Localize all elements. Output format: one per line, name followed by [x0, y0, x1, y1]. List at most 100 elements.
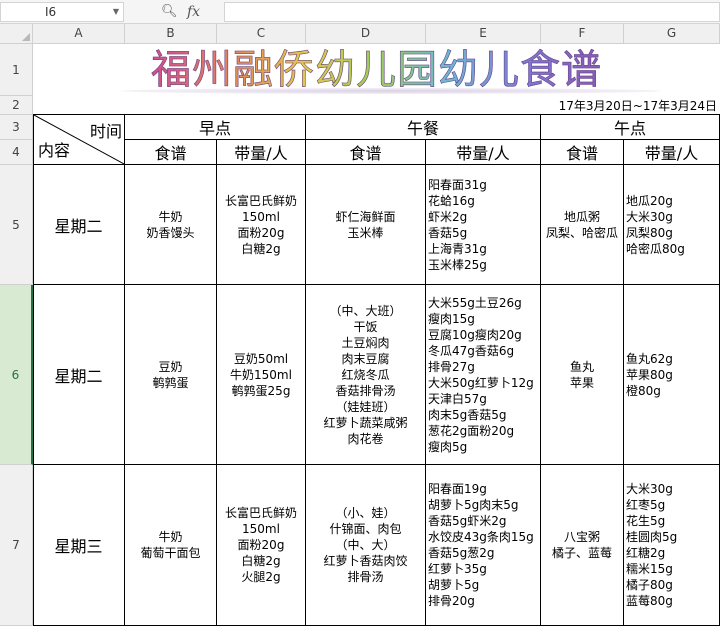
cell-snack-menu-1[interactable]: 地瓜粥 凤梨、哈密瓜	[541, 165, 624, 285]
cell-breakfast-menu-2[interactable]: 豆奶 鹌鹑蛋	[125, 285, 217, 465]
date-cell[interactable]: 17年3月20日~17年3月24日	[33, 96, 720, 115]
cell-line: 花生5g	[626, 514, 666, 528]
name-box[interactable]: I6 ▼	[0, 2, 124, 22]
cell-line: 蓝莓80g	[626, 594, 673, 608]
cell-line: 大米55g土豆26g	[428, 295, 522, 310]
cell-line: 橘子、蓝莓	[551, 546, 612, 560]
cell-line: 胡萝卜5g	[428, 578, 480, 592]
cell-breakfast-menu-1[interactable]: 牛奶 奶香馒头	[125, 165, 217, 285]
cell-line: 地瓜粥	[563, 209, 600, 224]
cell-lines: 长富巴氏鲜奶 150ml 面粉20g 白糖2g 火腿2g	[225, 505, 297, 585]
column-header-g[interactable]: G	[624, 24, 720, 44]
column-header-d[interactable]: D	[306, 24, 426, 44]
group-header-breakfast[interactable]: 早点	[125, 115, 306, 140]
cell-lunch-menu-3[interactable]: （小、娃） 什锦面、肉包 （中、大） 红萝卜香菇肉饺 排骨汤	[306, 465, 426, 626]
cell-line: 花蛤16g	[428, 193, 475, 208]
cell-line: 橙80g	[626, 383, 661, 398]
cell-lunch-qty-2[interactable]: 大米55g土豆26g 瘦肉15g 豆腐10g瘦肉20g 冬瓜47g香菇6g 排骨27g 大…	[426, 285, 541, 465]
subheader-lunch-menu[interactable]: 食谱	[306, 140, 426, 165]
cell-day-3[interactable]: 星期三	[33, 465, 125, 626]
subheader-breakfast-menu[interactable]: 食谱	[125, 140, 217, 165]
cell-lines: 鱼丸 苹果	[570, 359, 594, 391]
cell-line: （中、大）	[335, 538, 396, 552]
row-header-2[interactable]: 2	[0, 96, 33, 115]
subheader-snack-qty[interactable]: 带量/人	[624, 140, 720, 165]
cell-line: 面粉20g	[237, 538, 285, 552]
group-header-snack[interactable]: 午点	[541, 115, 720, 140]
cell-line: 肉末5g香菇5g	[428, 407, 507, 422]
cell-line: 土豆焖肉	[341, 335, 390, 350]
cell-line: 面粉20g	[237, 225, 285, 240]
cell-lines: 地瓜20g 大米30g 凤梨80g 哈密瓜80g	[626, 193, 685, 257]
cell-line: 红萝卜35g	[428, 562, 487, 576]
row-header-5[interactable]: 5	[0, 165, 33, 285]
cell-line: 瘦肉5g	[428, 439, 468, 454]
column-header-c[interactable]: C	[217, 24, 306, 44]
cell-lines: 牛奶 葡萄干面包	[140, 529, 200, 561]
cell-day-2[interactable]: 星期二	[33, 285, 125, 465]
formula-bar: I6 ▼ 🔍︎ fx	[0, 0, 720, 24]
subheader-breakfast-qty[interactable]: 带量/人	[217, 140, 306, 165]
select-all-icon	[22, 33, 30, 41]
cell-line: 葱花2g面粉20g	[428, 423, 515, 438]
cell-snack-qty-3[interactable]: 大米30g 红枣5g 花生5g 桂圆肉5g 红糖2g 糯米15g 橘子80g 蓝莓80g	[624, 465, 720, 626]
date-range: 17年3月20日~17年3月24日	[558, 98, 717, 113]
cell-line: 豆奶	[158, 359, 183, 374]
cell-line: 桂圆肉5g	[626, 530, 678, 544]
column-header-f[interactable]: F	[541, 24, 624, 44]
zoom-icon[interactable]: 🔍︎	[161, 4, 178, 20]
cell-line: 冬瓜47g香菇6g	[428, 343, 515, 358]
row-header-6[interactable]: 6	[0, 285, 33, 465]
cell-line: 胡萝卜5g肉末5g	[428, 498, 519, 512]
cell-lunch-qty-1[interactable]: 阳春面31g 花蛤16g 虾米2g 香菇5g 上海青31g 玉米棒25g	[426, 165, 541, 285]
cell-line: 苹果80g	[626, 367, 673, 382]
cell-line: 阳春面19g	[428, 482, 487, 496]
cell-lines: 豆奶 鹌鹑蛋	[152, 359, 188, 391]
row-header-3[interactable]: 3	[0, 115, 33, 140]
cell-breakfast-menu-3[interactable]: 牛奶 葡萄干面包	[125, 465, 217, 626]
cell-line: 香菇排骨汤	[335, 383, 396, 398]
row-header-1[interactable]: 1	[0, 44, 33, 96]
cell-line: 150ml	[242, 522, 280, 536]
cell-day-1[interactable]: 星期二	[33, 165, 125, 285]
subheader-lunch-qty[interactable]: 带量/人	[426, 140, 541, 165]
cell-lines: 大米55g土豆26g 瘦肉15g 豆腐10g瘦肉20g 冬瓜47g香菇6g 排骨27g 大…	[428, 295, 534, 455]
cell-lines: 八宝粥 橘子、蓝莓	[552, 529, 612, 561]
row-header-4[interactable]: 4	[0, 140, 33, 165]
cell-line: 凤梨80g	[626, 225, 673, 240]
title-cell[interactable]: 福州融侨幼儿园幼儿食谱	[33, 44, 720, 96]
row-header-7[interactable]: 7	[0, 465, 33, 626]
subheader-snack-menu[interactable]: 食谱	[541, 140, 624, 165]
cell-breakfast-qty-1[interactable]: 长富巴氏鲜奶 150ml 面粉20g 白糖2g	[217, 165, 306, 285]
column-header-e[interactable]: E	[426, 24, 541, 44]
cell-line: 糯米15g	[626, 562, 673, 576]
corner-cell[interactable]: 时间 内容	[33, 115, 125, 165]
cell-line: 牛奶	[158, 530, 183, 544]
column-header-b[interactable]: B	[125, 24, 217, 44]
cell-line: 长富巴氏鲜奶	[224, 193, 297, 208]
cell-line: 红糖2g	[626, 546, 666, 560]
cell-breakfast-qty-2[interactable]: 豆奶50ml 牛奶150ml 鹌鹑蛋25g	[217, 285, 306, 465]
cell-snack-qty-2[interactable]: 鱼丸62g 苹果80g 橙80g	[624, 285, 720, 465]
fx-icon[interactable]: fx	[187, 3, 200, 21]
column-header-a[interactable]: A	[33, 24, 125, 44]
cell-line: 鱼丸	[569, 359, 594, 374]
cell-snack-qty-1[interactable]: 地瓜20g 大米30g 凤梨80g 哈密瓜80g	[624, 165, 720, 285]
chevron-down-icon[interactable]: ▼	[113, 3, 119, 21]
cell-lines: 鱼丸62g 苹果80g 橙80g	[626, 351, 673, 399]
cell-line: 香菇5g虾米2g	[428, 514, 507, 528]
cell-lunch-menu-1[interactable]: 虾仁海鲜面 玉米棒	[306, 165, 426, 285]
cell-lunch-menu-2[interactable]: （中、大班） 干饭 土豆焖肉 肉末豆腐 红烧冬瓜 香菇排骨汤 （娃娃班） 红萝卜蔬菜咸粥 肉花卷	[306, 285, 426, 465]
cell-snack-menu-2[interactable]: 鱼丸 苹果	[541, 285, 624, 465]
cell-breakfast-qty-3[interactable]: 长富巴氏鲜奶 150ml 面粉20g 白糖2g 火腿2g	[217, 465, 306, 626]
cell-line: 虾米2g	[428, 209, 468, 224]
formula-input[interactable]	[224, 2, 720, 22]
cell-lunch-qty-3[interactable]: 阳春面19g 胡萝卜5g肉末5g 香菇5g虾米2g 水饺皮43g条肉15g 香菇5g葱2…	[426, 465, 541, 626]
formula-tools: 🔍︎ fx	[125, 2, 223, 22]
cell-lines: 牛奶 奶香馒头	[146, 209, 194, 241]
group-header-lunch[interactable]: 午餐	[306, 115, 541, 140]
select-all-button[interactable]	[0, 24, 33, 44]
sheet-title: 福州融侨幼儿园幼儿食谱	[151, 44, 602, 96]
cell-snack-menu-3[interactable]: 八宝粥 橘子、蓝莓	[541, 465, 624, 626]
cell-line: 鹌鹑蛋25g	[231, 383, 291, 398]
